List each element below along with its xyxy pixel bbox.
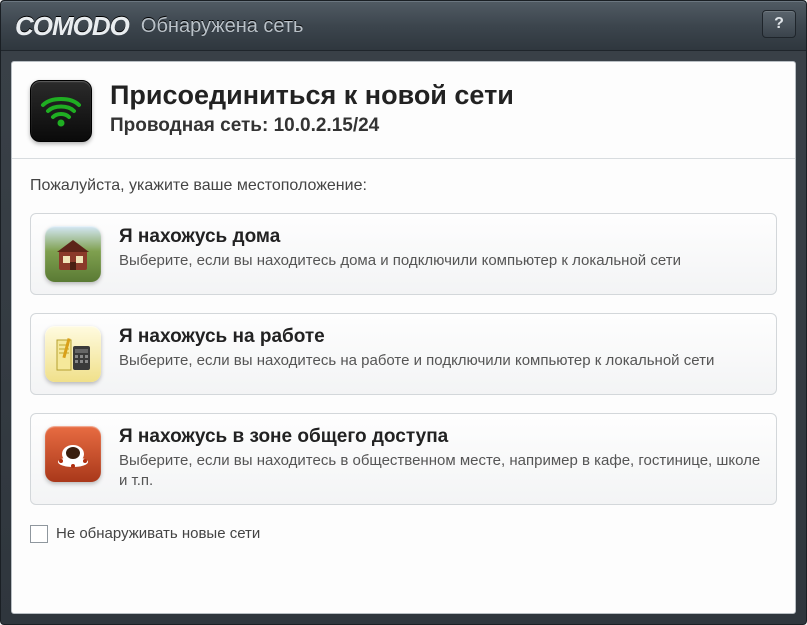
option-desc: Выберите, если вы находитесь дома и подк… — [119, 251, 762, 271]
option-home[interactable]: Я нахожусь дома Выберите, если вы находи… — [30, 213, 777, 295]
option-desc: Выберите, если вы находитесь на работе и… — [119, 351, 762, 371]
brand-logo: COMODO — [15, 11, 129, 42]
wifi-icon — [39, 89, 83, 133]
footer-row: Не обнаруживать новые сети — [30, 525, 777, 543]
dont-detect-label[interactable]: Не обнаруживать новые сети — [56, 525, 260, 542]
option-home-text: Я нахожусь дома Выберите, если вы находи… — [119, 226, 762, 271]
options-list: Я нахожусь дома Выберите, если вы находи… — [30, 213, 777, 505]
dont-detect-checkbox[interactable] — [30, 525, 48, 543]
option-public-text: Я нахожусь в зоне общего доступа Выберит… — [119, 426, 762, 492]
dialog-window: COMODO Обнаружена сеть ? Присоединиться … — [0, 0, 807, 625]
help-button[interactable]: ? — [762, 10, 796, 38]
option-work-text: Я нахожусь на работе Выберите, если вы н… — [119, 326, 762, 371]
help-icon: ? — [774, 15, 784, 33]
public-icon — [45, 426, 101, 482]
page-title: Присоединиться к новой сети — [110, 80, 514, 111]
network-icon — [30, 80, 92, 142]
option-title: Я нахожусь в зоне общего доступа — [119, 426, 762, 448]
page-subtitle: Проводная сеть: 10.0.2.15/24 — [110, 115, 514, 137]
prompt-text: Пожалуйста, укажите ваше местоположение: — [30, 177, 777, 195]
content-area: Присоединиться к новой сети Проводная се… — [11, 61, 796, 614]
option-title: Я нахожусь на работе — [119, 326, 762, 348]
option-work[interactable]: Я нахожусь на работе Выберите, если вы н… — [30, 313, 777, 395]
option-title: Я нахожусь дома — [119, 226, 762, 248]
divider — [12, 158, 795, 159]
home-icon — [45, 226, 101, 282]
header-row: Присоединиться к новой сети Проводная се… — [30, 80, 777, 142]
option-desc: Выберите, если вы находитесь в обществен… — [119, 451, 762, 492]
option-public[interactable]: Я нахожусь в зоне общего доступа Выберит… — [30, 413, 777, 505]
titlebar: COMODO Обнаружена сеть ? — [1, 1, 806, 51]
header-text: Присоединиться к новой сети Проводная се… — [110, 80, 514, 137]
work-icon — [45, 326, 101, 382]
window-title: Обнаружена сеть — [141, 15, 304, 38]
